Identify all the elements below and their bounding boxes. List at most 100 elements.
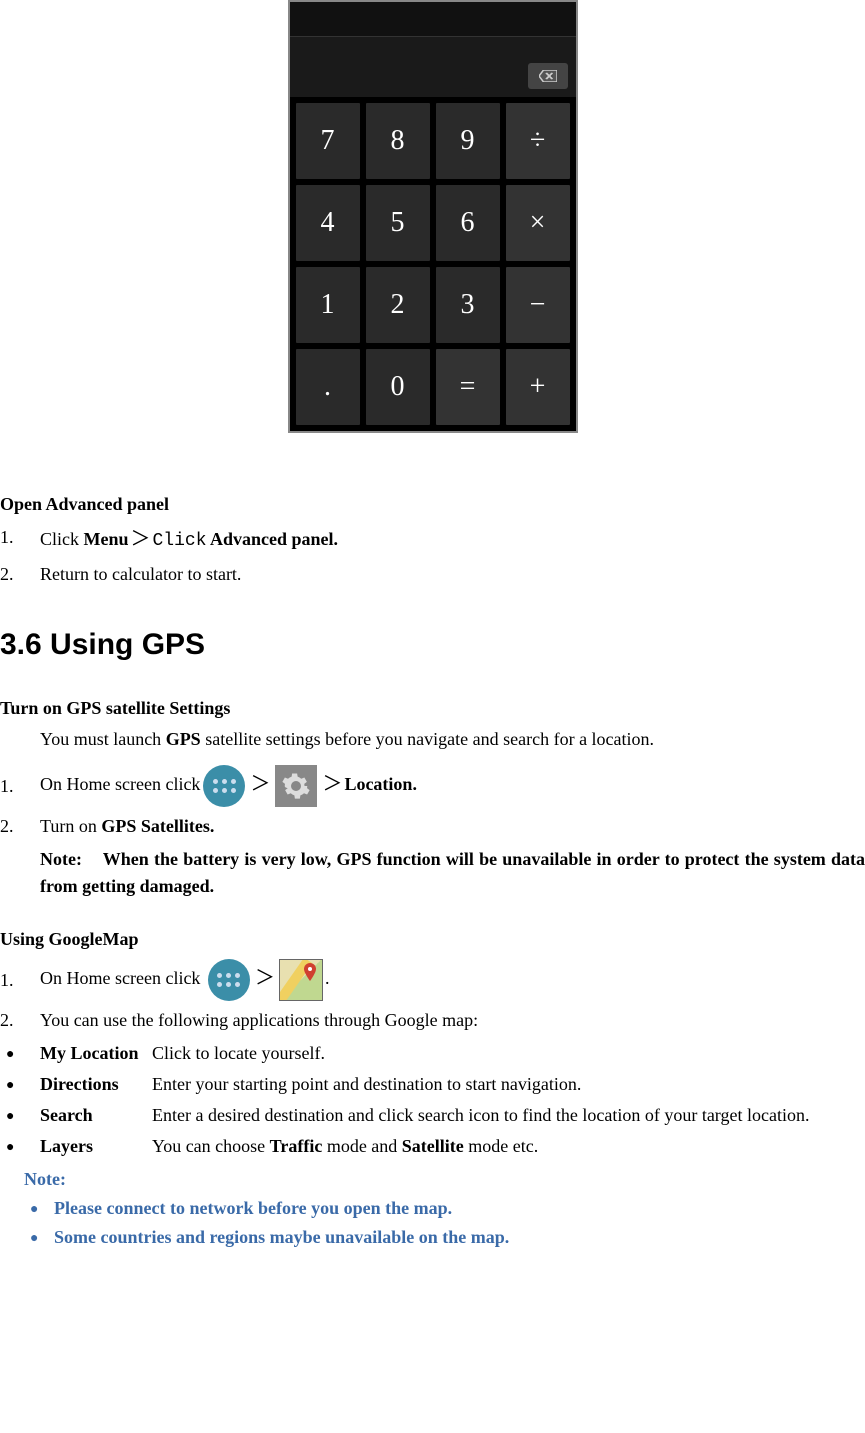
calculator-statusbar: [290, 2, 576, 37]
calc-key-multiply[interactable]: ×: [506, 185, 570, 261]
bullet-item: ● DirectionsEnter your starting point an…: [0, 1071, 865, 1098]
text: On Home screen click: [40, 774, 200, 794]
calc-key-0[interactable]: 0: [366, 349, 430, 425]
backspace-button[interactable]: [528, 63, 568, 89]
bullet-item: ● SearchEnter a desired destination and …: [0, 1102, 865, 1129]
text-bold: Menu: [84, 529, 129, 549]
apps-icon: [206, 959, 252, 1001]
text: You must launch: [40, 729, 166, 749]
text: mode and: [322, 1136, 401, 1156]
text: .: [325, 968, 330, 988]
text: Turn on: [40, 816, 101, 836]
calc-key-minus[interactable]: −: [506, 267, 570, 343]
note-text: When the battery is very low, GPS functi…: [40, 849, 865, 896]
list-number: 2.: [0, 561, 40, 588]
text-bold: Satellite: [402, 1136, 464, 1156]
list-text: On Home screen click＞＞Location.: [40, 765, 865, 807]
text: satellite settings before you navigate a…: [201, 729, 654, 749]
apps-icon: [201, 765, 247, 807]
gt-symbol: ＞: [250, 773, 270, 795]
calculator-display: [290, 37, 576, 97]
gt-symbol: ＞: [322, 773, 342, 795]
text: mode etc.: [464, 1136, 538, 1156]
list-number: 1.: [0, 773, 40, 800]
note-text: Please connect to network before you ope…: [54, 1195, 452, 1222]
gear-icon: [281, 771, 311, 801]
paragraph: You must launch GPS satellite settings b…: [0, 726, 865, 753]
note-bullet: ● Some countries and regions maybe unava…: [24, 1224, 865, 1251]
turn-on-gps-title: Turn on GPS satellite Settings: [0, 695, 865, 722]
bullet-icon: ●: [6, 1071, 40, 1098]
text-mono: Click: [153, 531, 207, 551]
section-heading-gps: 3.6 Using GPS: [0, 622, 865, 667]
app-desc: Enter your starting point and destinatio…: [152, 1074, 581, 1094]
open-advanced-title: Open Advanced panel: [0, 491, 865, 518]
list-number: 1.: [0, 524, 40, 555]
calc-key-2[interactable]: 2: [366, 267, 430, 343]
calc-key-4[interactable]: 4: [296, 185, 360, 261]
note-paragraph: Note: When the battery is very low, GPS …: [0, 846, 865, 900]
settings-icon: [273, 765, 319, 807]
text: You can choose: [152, 1136, 270, 1156]
note-text: Some countries and regions maybe unavail…: [54, 1224, 509, 1251]
gt-symbol: ＞: [131, 528, 151, 550]
calculator-keypad: 7 8 9 ÷ 4 5 6 × 1 2 3 − . 0 = +: [290, 97, 576, 431]
app-desc: Enter a desired destination and click se…: [152, 1105, 809, 1125]
calc-key-9[interactable]: 9: [436, 103, 500, 179]
calculator-screenshot: 7 8 9 ÷ 4 5 6 × 1 2 3 − . 0 = +: [288, 0, 578, 433]
app-name: Directions: [40, 1071, 152, 1098]
list-text: Click Menu＞Click Advanced panel.: [40, 524, 865, 555]
calc-key-6[interactable]: 6: [436, 185, 500, 261]
text-bold: Location.: [344, 774, 417, 794]
calc-key-equals[interactable]: =: [436, 349, 500, 425]
text-bold: Advanced panel.: [207, 529, 339, 549]
bullet-text: SearchEnter a desired destination and cl…: [40, 1102, 865, 1129]
text-bold: GPS: [166, 729, 201, 749]
text-bold: GPS Satellites.: [101, 816, 214, 836]
app-name: My Location: [40, 1040, 152, 1067]
calc-key-plus[interactable]: +: [506, 349, 570, 425]
note-label: Note:: [40, 849, 82, 869]
list-number: 1.: [0, 967, 40, 994]
list-text: Turn on GPS Satellites.: [40, 813, 865, 840]
list-number: 2.: [0, 1007, 40, 1034]
bullet-text: DirectionsEnter your starting point and …: [40, 1071, 865, 1098]
calc-key-3[interactable]: 3: [436, 267, 500, 343]
backspace-icon: [539, 70, 557, 82]
text: Click: [40, 529, 84, 549]
bullet-icon: ●: [6, 1102, 40, 1129]
app-desc: Click to locate yourself.: [152, 1043, 325, 1063]
list-number: 2.: [0, 813, 40, 840]
note-bullet: ● Please connect to network before you o…: [24, 1195, 865, 1222]
gt-symbol: ＞: [255, 967, 275, 989]
list-item: 2. You can use the following application…: [0, 1007, 865, 1034]
list-text: On Home screen click ＞.: [40, 959, 865, 1001]
calc-key-1[interactable]: 1: [296, 267, 360, 343]
text-bold: Traffic: [270, 1136, 323, 1156]
bullet-text: LayersYou can choose Traffic mode and Sa…: [40, 1133, 865, 1160]
map-pin-icon: [304, 963, 316, 981]
calc-key-dot[interactable]: .: [296, 349, 360, 425]
app-name: Layers: [40, 1133, 152, 1160]
list-text: You can use the following applications t…: [40, 1007, 865, 1034]
bullet-icon: ●: [30, 1195, 54, 1222]
calc-key-7[interactable]: 7: [296, 103, 360, 179]
calc-key-8[interactable]: 8: [366, 103, 430, 179]
calc-key-5[interactable]: 5: [366, 185, 430, 261]
bullet-icon: ●: [6, 1133, 40, 1160]
list-item: 2. Turn on GPS Satellites.: [0, 813, 865, 840]
bullet-icon: ●: [6, 1040, 40, 1067]
note-label: Note:: [24, 1166, 865, 1193]
bullet-item: ● My LocationClick to locate yourself.: [0, 1040, 865, 1067]
maps-icon: [278, 959, 324, 1001]
bullet-text: My LocationClick to locate yourself.: [40, 1040, 865, 1067]
list-item: 2. Return to calculator to start.: [0, 561, 865, 588]
using-googlemap-title: Using GoogleMap: [0, 926, 865, 953]
app-name: Search: [40, 1102, 152, 1129]
list-item: 1. On Home screen click＞＞Location.: [0, 765, 865, 807]
bullet-item: ● LayersYou can choose Traffic mode and …: [0, 1133, 865, 1160]
list-text: Return to calculator to start.: [40, 561, 865, 588]
list-item: 1. On Home screen click ＞.: [0, 959, 865, 1001]
calc-key-divide[interactable]: ÷: [506, 103, 570, 179]
text: On Home screen click: [40, 968, 205, 988]
